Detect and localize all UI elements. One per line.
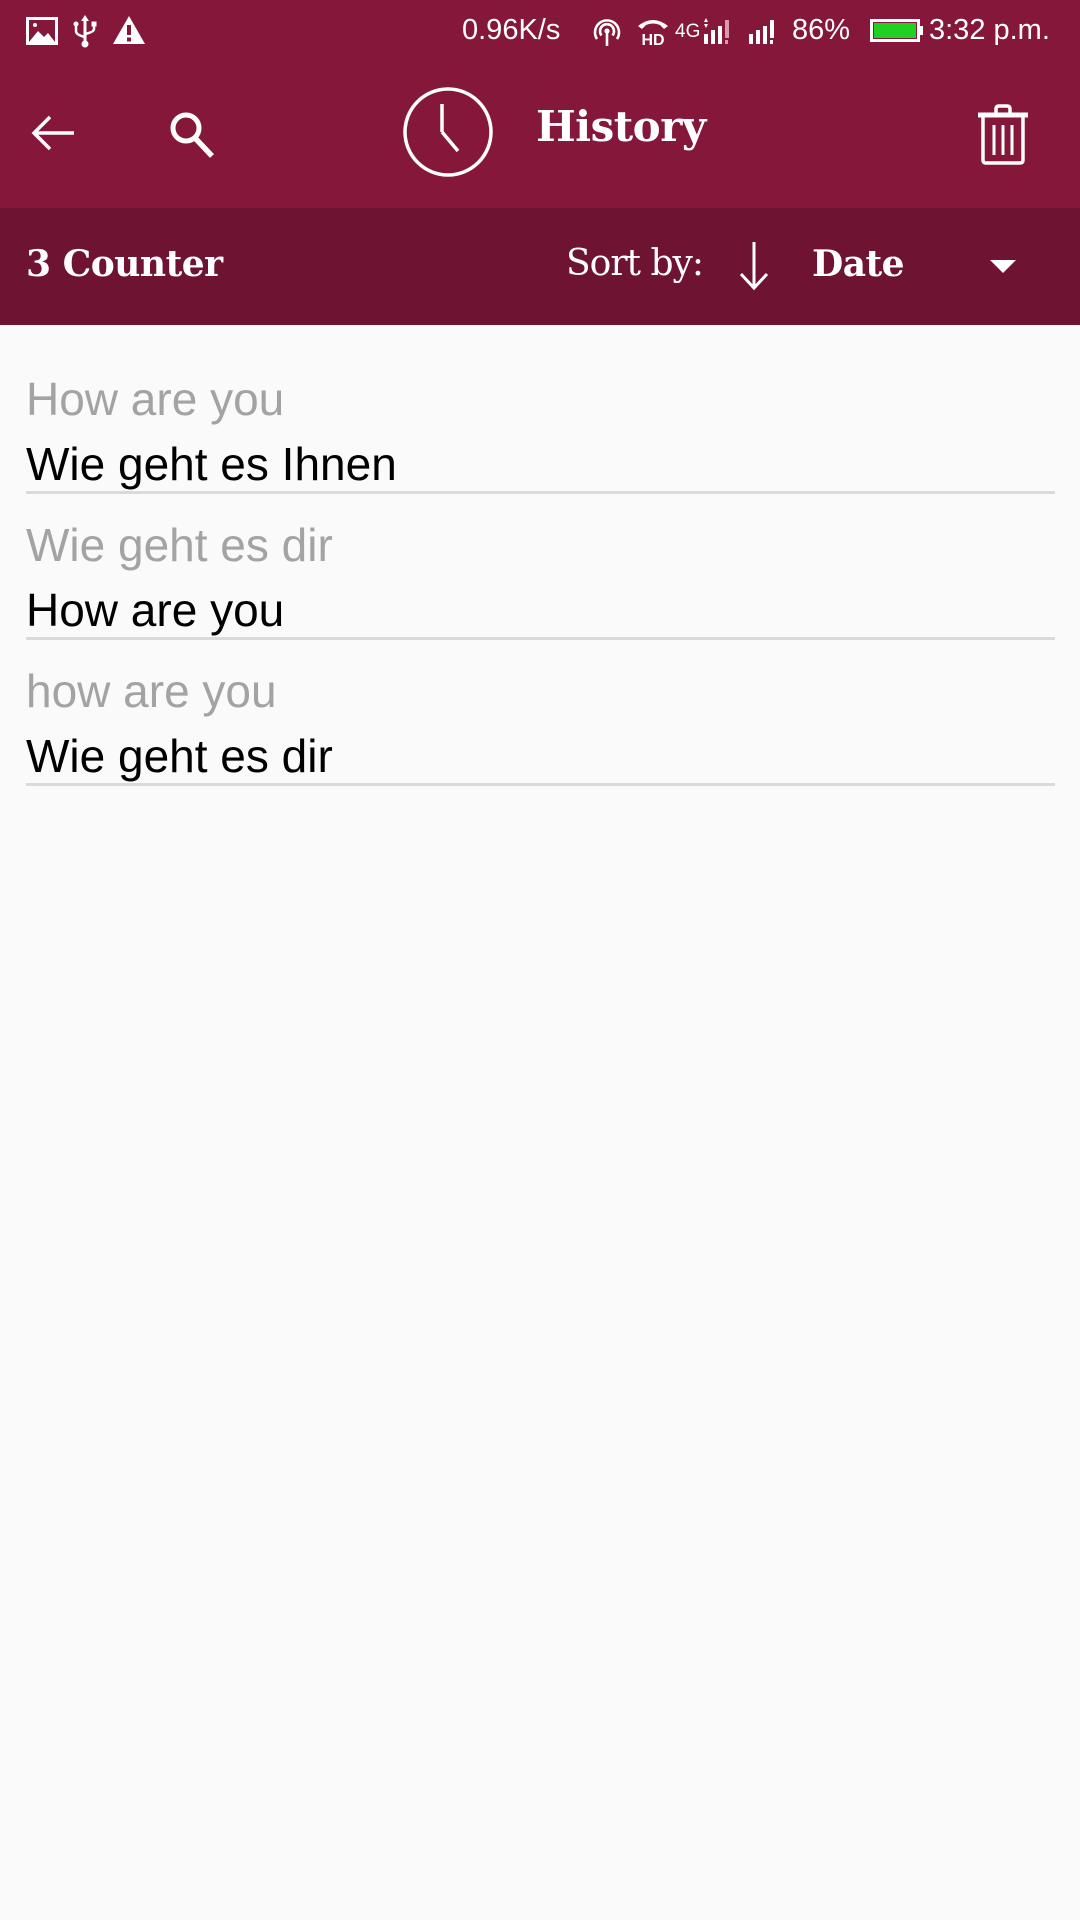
arrow-down-icon (739, 242, 769, 291)
clock-time: 3:32 p.m. (929, 14, 1050, 46)
source-text: Wie geht es dir (26, 519, 333, 571)
search-button[interactable] (160, 104, 222, 164)
arrow-left-icon (31, 115, 74, 151)
battery-fill (874, 23, 916, 38)
hotspot-icon (593, 19, 621, 46)
sort-field-value: Date (812, 243, 905, 285)
sort-field-dropdown[interactable]: Date (800, 225, 1050, 309)
search-icon (170, 112, 214, 158)
source-text: How are you (26, 373, 285, 425)
divider (26, 491, 1055, 494)
translation-text: How are you (26, 584, 285, 636)
translation-text: Wie geht es Ihnen (26, 438, 397, 490)
source-text: how are you (26, 665, 277, 717)
battery-icon (870, 19, 923, 42)
history-item[interactable]: How are you Wie geht es Ihnen (26, 376, 1055, 522)
history-count: 3 Counter (26, 243, 223, 285)
clear-history-button[interactable] (970, 100, 1036, 170)
caret-down-icon (990, 260, 1016, 273)
page-title: History (536, 102, 706, 151)
image-notification-icon (26, 17, 58, 45)
divider (26, 783, 1055, 786)
usb-icon (73, 15, 97, 48)
signal-sim2-icon (749, 20, 774, 44)
sort-direction-button[interactable] (736, 238, 772, 294)
trash-icon (978, 104, 1028, 165)
history-item[interactable]: Wie geht es dir How are you (26, 522, 1055, 668)
clock-icon (403, 87, 493, 177)
svg-text:HD: HD (641, 32, 664, 46)
back-button[interactable] (22, 106, 84, 160)
history-item[interactable]: how are you Wie geht es dir (26, 668, 1055, 814)
signal-sim1-icon (704, 18, 729, 44)
translation-text: Wie geht es dir (26, 730, 333, 782)
network-speed: 0.96K/s (462, 14, 561, 46)
warning-icon (113, 16, 145, 44)
hd-voice-icon: HD (638, 20, 668, 46)
sort-by-label: Sort by: (566, 243, 704, 284)
divider (26, 637, 1055, 640)
network-type: 4G (675, 21, 701, 42)
battery-percent: 86% (792, 14, 851, 46)
